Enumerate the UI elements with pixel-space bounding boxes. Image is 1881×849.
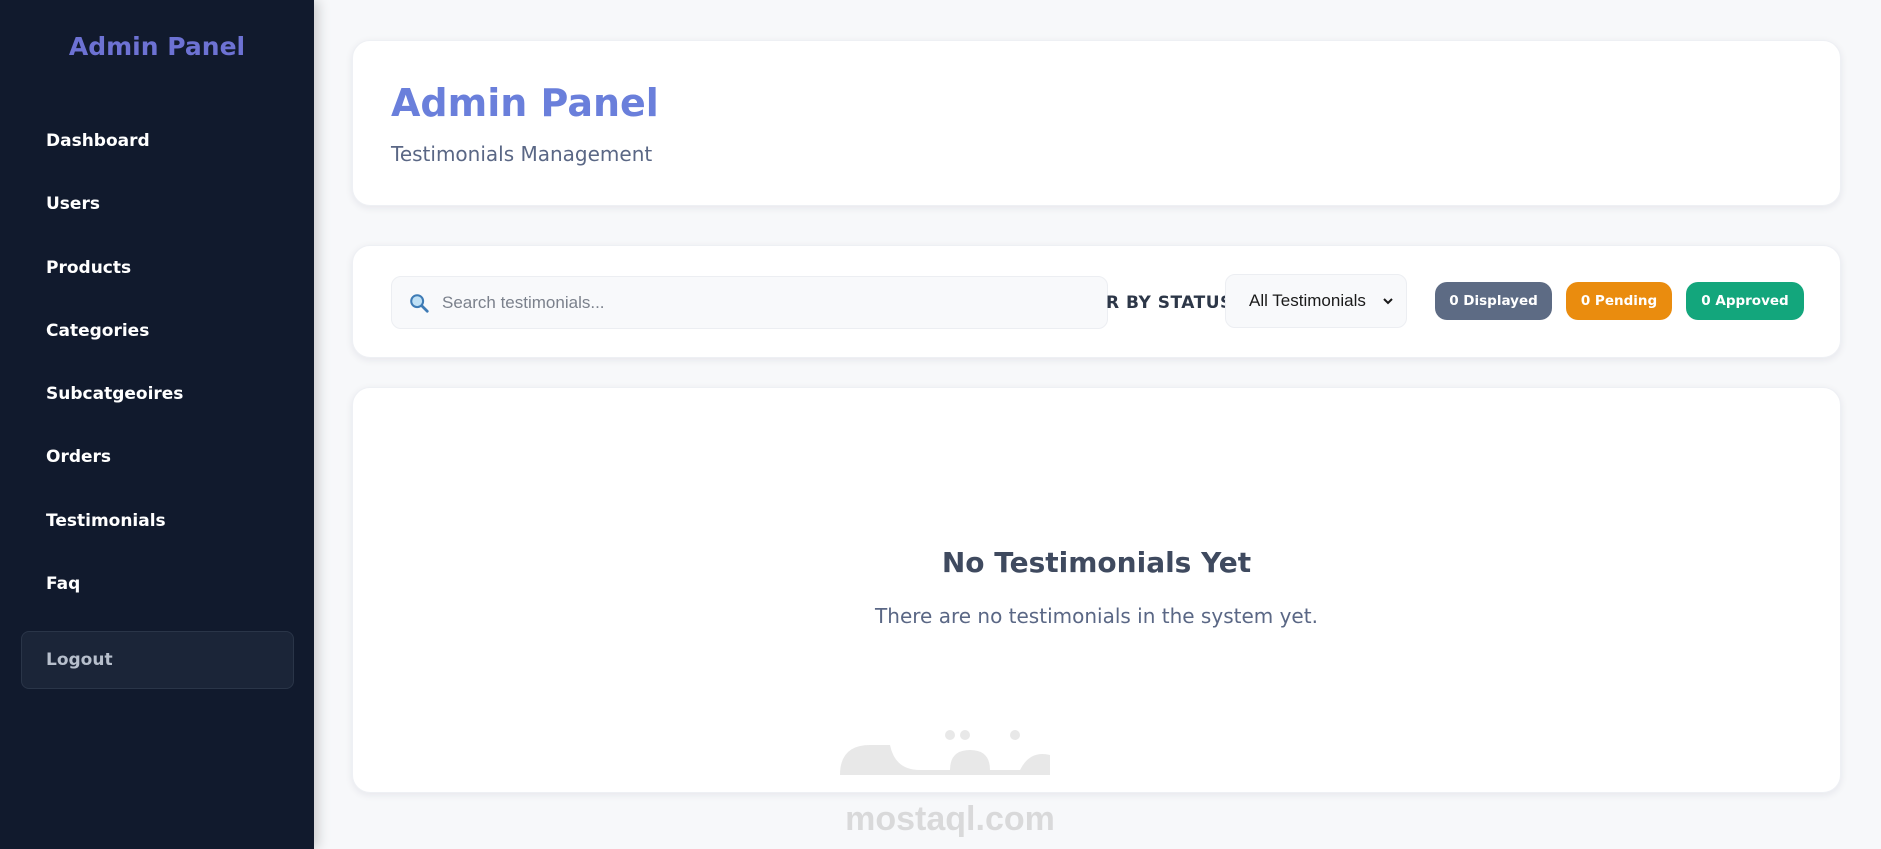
search-box[interactable] [391, 276, 1108, 329]
sidebar-item-dashboard[interactable]: Dashboard [0, 110, 314, 173]
sidebar-item-categories[interactable]: Categories [0, 300, 314, 363]
sidebar-item-products[interactable]: Products [0, 237, 314, 300]
search-icon [410, 294, 429, 313]
sidebar: Admin Panel Dashboard Users Products Cat… [0, 0, 314, 849]
filter-bar: R BY STATUS All Testimonials 0 Displayed… [352, 245, 1841, 358]
status-select[interactable]: All Testimonials [1225, 274, 1407, 328]
testimonials-list: No Testimonials Yet There are no testimo… [352, 387, 1841, 793]
status-select-value: All Testimonials [1249, 291, 1366, 310]
page-header-card: Admin Panel Testimonials Management [352, 40, 1841, 206]
displayed-count-badge: 0 Displayed [1435, 282, 1552, 320]
sidebar-item-orders[interactable]: Orders [0, 426, 314, 489]
empty-state-title: No Testimonials Yet [941, 546, 1252, 579]
logout-button[interactable]: Logout [21, 631, 294, 689]
watermark-text: mostaql.com [845, 800, 1055, 838]
sidebar-nav: Dashboard Users Products Categories Subc… [0, 110, 314, 616]
pending-count-badge: 0 Pending [1566, 282, 1672, 320]
page-subtitle: Testimonials Management [391, 142, 653, 166]
empty-state-message: There are no testimonials in the system … [875, 604, 1318, 628]
approved-count-badge: 0 Approved [1686, 282, 1804, 320]
sidebar-brand: Admin Panel [68, 32, 246, 61]
sidebar-item-subcategories[interactable]: Subcatgeoires [0, 363, 314, 426]
sidebar-item-testimonials[interactable]: Testimonials [0, 490, 314, 553]
sidebar-item-users[interactable]: Users [0, 173, 314, 236]
filter-by-status-label: R BY STATUS [1106, 293, 1233, 313]
page-title: Admin Panel [391, 81, 659, 125]
search-input[interactable] [442, 277, 1092, 328]
sidebar-item-faq[interactable]: Faq [0, 553, 314, 616]
chevron-down-icon [1383, 298, 1393, 305]
